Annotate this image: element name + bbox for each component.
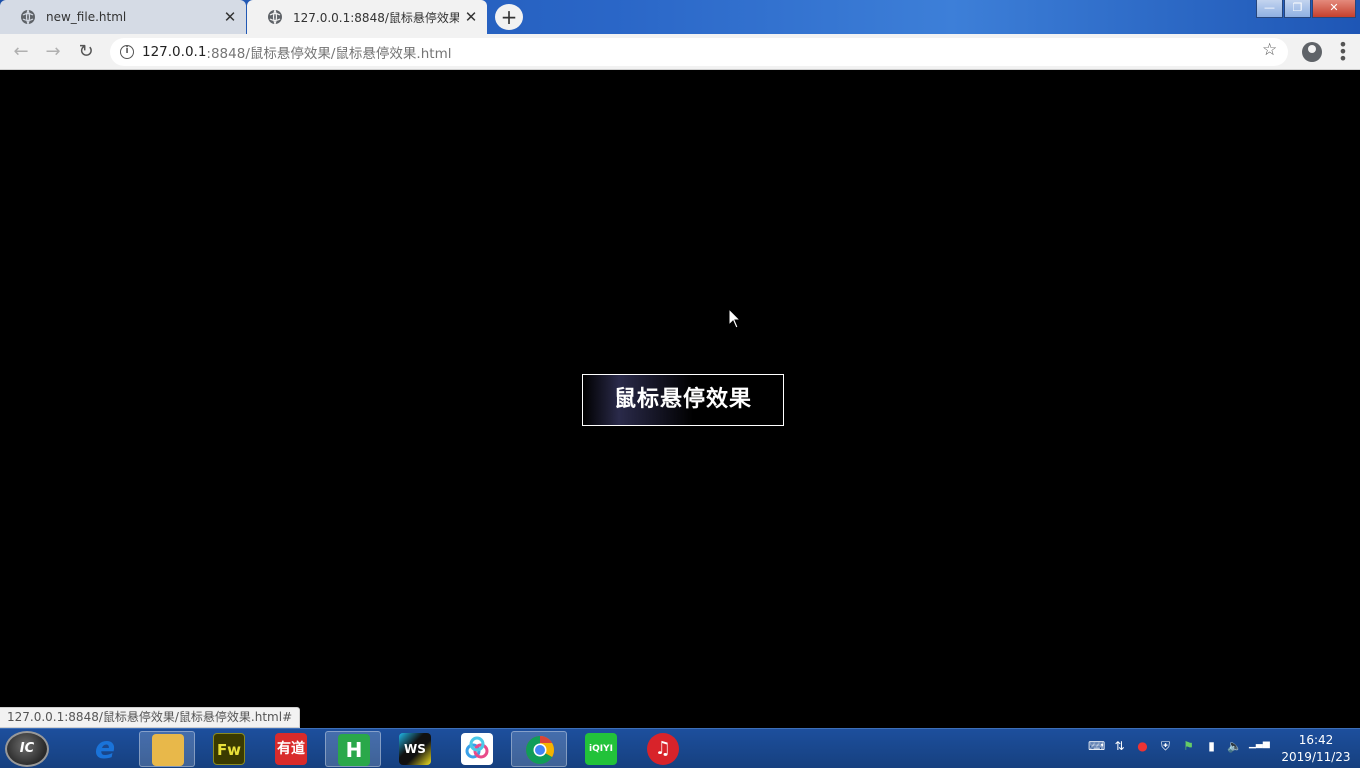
baidu-netdisk-icon <box>461 733 493 765</box>
close-icon[interactable]: ✕ <box>459 8 483 26</box>
signal-icon[interactable]: ▁▃▅ <box>1249 739 1270 754</box>
account-icon[interactable] <box>1302 42 1322 62</box>
chrome-icon <box>524 734 556 766</box>
shield-icon[interactable]: ⛨ <box>1157 739 1174 754</box>
close-window-button[interactable]: ✕ <box>1312 0 1356 18</box>
iqiyi-icon: iQIYI <box>585 733 617 765</box>
taskbar-app-chrome[interactable] <box>511 731 567 767</box>
globe-icon <box>268 9 282 25</box>
flag-icon[interactable]: ⚑ <box>1180 739 1197 754</box>
clock-time: 16:42 <box>1298 733 1334 747</box>
folder-icon <box>152 734 184 766</box>
maximize-button[interactable]: ❐ <box>1284 0 1311 18</box>
webstorm-icon: WS <box>399 733 431 765</box>
close-icon[interactable]: ✕ <box>218 8 242 26</box>
youdao-icon: 有道 <box>275 733 307 765</box>
page-content: 鼠标悬停效果 <box>0 71 1360 728</box>
tab-label: 127.0.0.1:8848/鼠标悬停效果/鼠 <box>293 10 459 25</box>
keyboard-icon[interactable]: ⌨ <box>1088 739 1105 754</box>
taskbar-app-fireworks[interactable]: Fw <box>201 731 257 767</box>
mouse-cursor-icon <box>728 308 742 329</box>
bookmark-star-icon[interactable]: ☆ <box>1262 40 1277 60</box>
netease-music-icon: ♫ <box>647 733 679 765</box>
taskbar-app-hbuilder[interactable]: H <box>325 731 381 767</box>
tab-hover-effect[interactable]: 127.0.0.1:8848/鼠标悬停效果/鼠 ✕ <box>247 0 487 34</box>
taskbar: IC e Fw 有道 H WS iQIYI ♫ ⌨ ⇅ ● ⛨ ⚑ ▮ 🔈 ▁▃… <box>0 728 1360 768</box>
record-icon[interactable]: ● <box>1134 739 1151 754</box>
menu-icon[interactable]: • • • <box>1336 37 1350 67</box>
back-button[interactable]: ← <box>9 40 33 64</box>
hbuilder-icon: H <box>338 734 370 766</box>
info-icon[interactable]: i <box>120 45 134 59</box>
clock-date: 2019/11/23 <box>1281 750 1351 764</box>
browser-titlebar: new_file.html ✕ 127.0.0.1:8848/鼠标悬停效果/鼠 … <box>0 0 1360 34</box>
globe-icon <box>21 9 35 25</box>
taskbar-app-file-explorer[interactable] <box>139 731 195 767</box>
clock[interactable]: 16:42 2019/11/23 <box>1276 732 1356 766</box>
device-icon[interactable]: ▮ <box>1203 739 1220 754</box>
internet-explorer-icon: e <box>94 731 116 766</box>
window-controls: — ❐ ✕ <box>1255 0 1356 18</box>
status-bar: 127.0.0.1:8848/鼠标悬停效果/鼠标悬停效果.html# <box>0 707 301 728</box>
start-button[interactable]: IC <box>5 731 49 767</box>
minimize-button[interactable]: — <box>1256 0 1283 18</box>
screen: new_file.html ✕ 127.0.0.1:8848/鼠标悬停效果/鼠 … <box>0 0 1360 768</box>
forward-button[interactable]: → <box>41 40 65 64</box>
browser-toolbar: ← → ↻ i 127.0.0.1:8848/鼠标悬停效果/鼠标悬停效果.htm… <box>0 34 1360 70</box>
url-path: :8848/鼠标悬停效果/鼠标悬停效果.html <box>206 46 452 62</box>
taskbar-app-youdao[interactable]: 有道 <box>263 731 319 767</box>
reload-button[interactable]: ↻ <box>74 40 98 64</box>
fireworks-icon: Fw <box>213 733 245 765</box>
taskbar-app-webstorm[interactable]: WS <box>387 731 443 767</box>
new-tab-button[interactable]: + <box>495 4 523 30</box>
taskbar-app-iqiyi[interactable]: iQIYI <box>573 731 629 767</box>
url-host: 127.0.0.1 <box>142 44 207 60</box>
volume-icon[interactable]: 🔈 <box>1226 739 1243 754</box>
network-switch-icon[interactable]: ⇅ <box>1111 739 1128 754</box>
taskbar-app-baidu-netdisk[interactable] <box>449 731 505 767</box>
taskbar-app-netease-music[interactable]: ♫ <box>635 731 691 767</box>
system-tray: ⌨ ⇅ ● ⛨ ⚑ ▮ 🔈 ▁▃▅ <box>1088 739 1270 754</box>
taskbar-app-internet-explorer[interactable]: e <box>77 731 133 767</box>
hover-effect-button[interactable]: 鼠标悬停效果 <box>582 374 784 426</box>
tab-new-file[interactable]: new_file.html ✕ <box>0 0 246 34</box>
address-bar[interactable]: i 127.0.0.1:8848/鼠标悬停效果/鼠标悬停效果.html <box>110 38 1288 66</box>
tab-label: new_file.html <box>46 10 127 24</box>
